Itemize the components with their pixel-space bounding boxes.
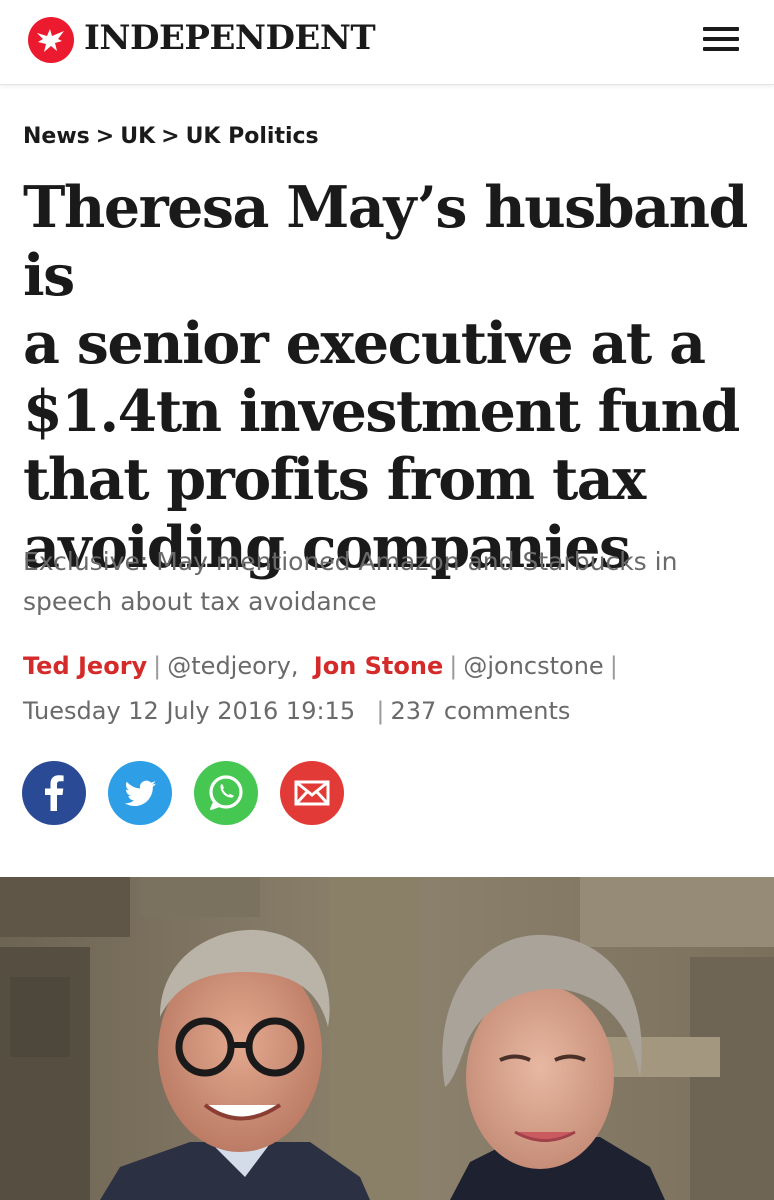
article-headline: Theresa May’s husband is a senior execut… [23, 174, 753, 582]
author-link-ted-jeory[interactable]: Ted Jeory [23, 652, 147, 680]
article-date: Tuesday 12 July 2016 19:15 [23, 697, 356, 725]
headline-line: a senior executive at a [23, 310, 706, 377]
author-link-jon-stone[interactable]: Jon Stone [314, 652, 443, 680]
whatsapp-icon [209, 775, 243, 810]
breadcrumb-item-uk-politics[interactable]: UK Politics [186, 124, 319, 149]
email-icon [294, 780, 330, 806]
breadcrumb-item-news[interactable]: News [23, 124, 90, 149]
headline-line: $1.4tn investment fund [23, 378, 740, 445]
whatsapp-share-button[interactable] [194, 761, 258, 825]
breadcrumb-separator: > [161, 124, 180, 149]
headline-line: Theresa May’s husband is [23, 174, 748, 309]
facebook-share-button[interactable] [22, 761, 86, 825]
eagle-icon[interactable] [28, 17, 74, 63]
breadcrumb: News > UK > UK Politics [23, 124, 319, 149]
twitter-icon [124, 780, 156, 806]
email-share-button[interactable] [280, 761, 344, 825]
article-hero-image [0, 877, 774, 1200]
site-wordmark[interactable]: INDEPENDENT [84, 17, 376, 59]
handle-separator: , [290, 652, 299, 680]
headline-line: that profits from tax [23, 446, 646, 513]
author-handle-joncstone[interactable]: @joncstone [463, 652, 603, 680]
hamburger-icon[interactable] [703, 27, 739, 53]
site-header: INDEPENDENT [0, 0, 774, 85]
article-standfirst: Exclusive: May mentioned Amazon and Star… [23, 547, 678, 616]
twitter-share-button[interactable] [108, 761, 172, 825]
comments-link[interactable]: 237 comments [390, 697, 570, 725]
article-byline: Ted Jeory | @tedjeory, Jon Stone | @joncston… [23, 652, 618, 725]
author-handle-tedjeory[interactable]: @tedjeory [167, 652, 291, 680]
breadcrumb-item-uk[interactable]: UK [120, 124, 155, 149]
breadcrumb-separator: > [95, 124, 115, 149]
facebook-icon [45, 775, 64, 811]
